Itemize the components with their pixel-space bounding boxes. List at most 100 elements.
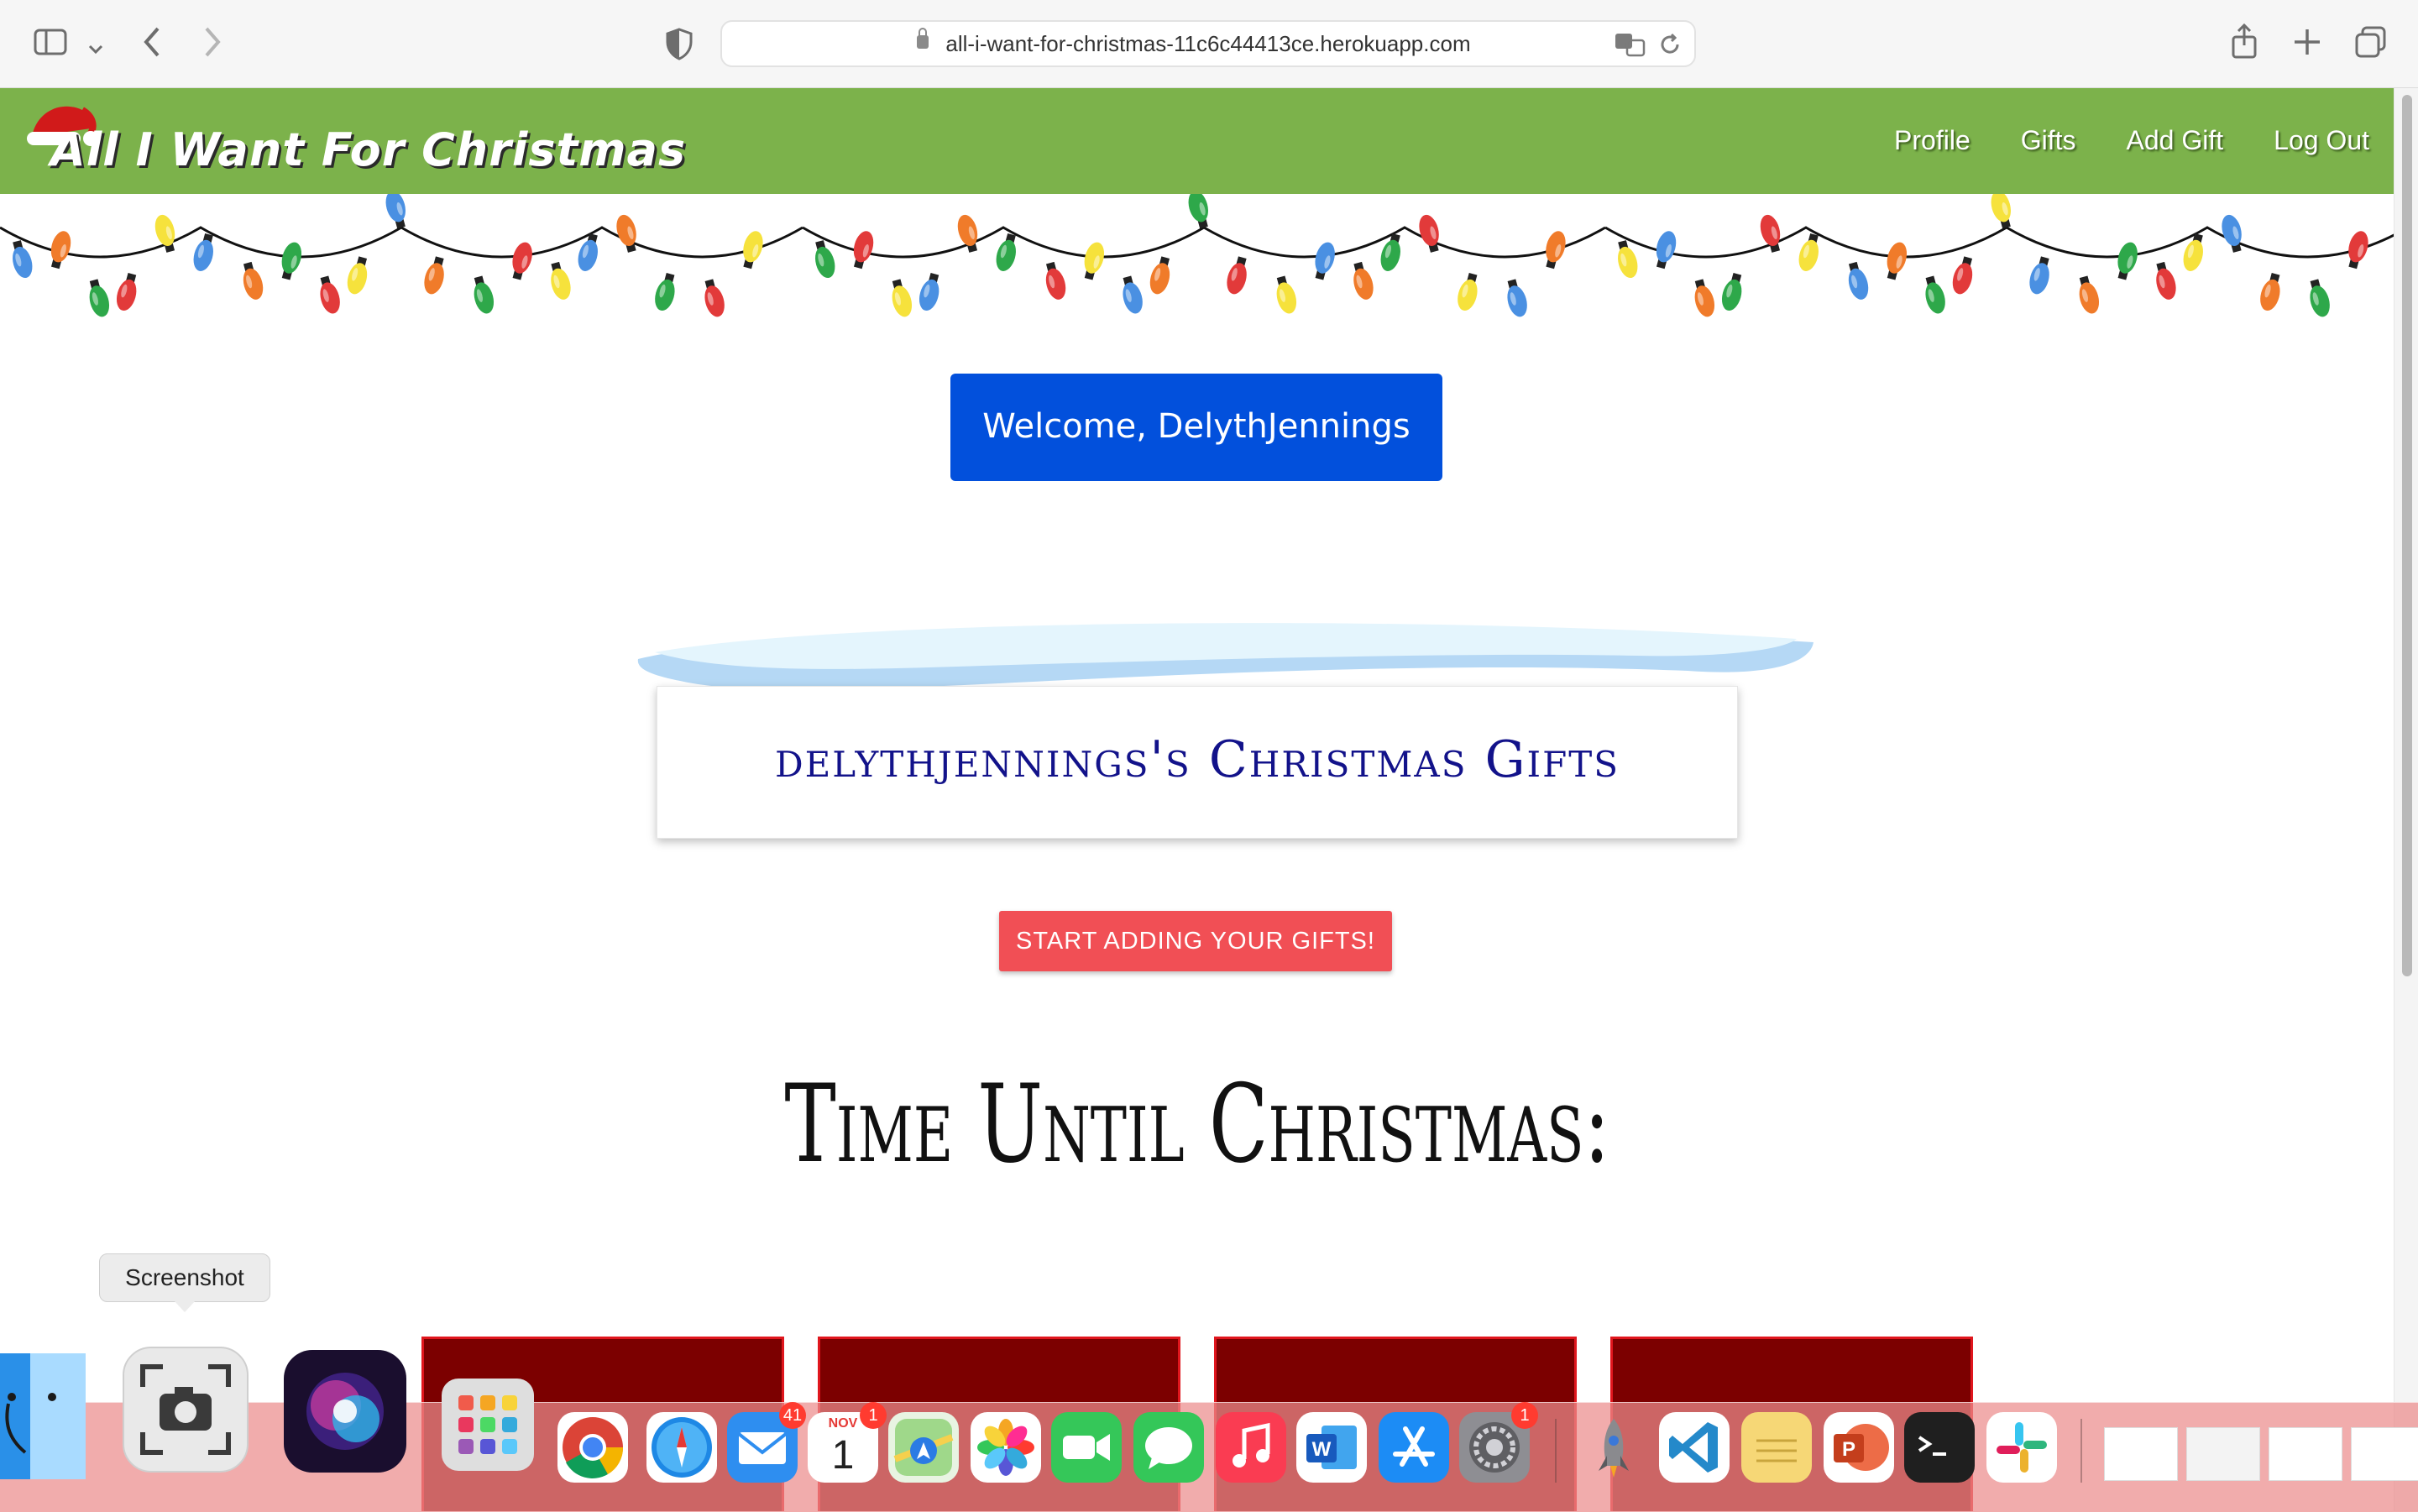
light-bulb <box>1276 275 1297 314</box>
browser-toolbar: all-i-want-for-christmas-11c6c44413ce.he… <box>0 0 2418 88</box>
light-bulb <box>1721 273 1742 311</box>
page-scrollbar[interactable] <box>2394 88 2418 1511</box>
messages-icon[interactable] <box>1133 1412 1204 1483</box>
finder-icon[interactable] <box>0 1353 86 1479</box>
music-icon[interactable] <box>1216 1412 1286 1483</box>
light-bulb <box>2222 214 2242 253</box>
light-bulb <box>704 279 725 317</box>
facetime-icon[interactable] <box>1051 1412 1122 1483</box>
gifts-heading: delythjennings's Christmas Gifts <box>774 730 1620 789</box>
light-bulb <box>2029 256 2049 295</box>
start-adding-gifts-button[interactable]: START ADDING YOUR GIFTS! <box>999 911 1392 971</box>
light-bulb <box>1507 279 1527 317</box>
siri-icon[interactable] <box>284 1350 406 1473</box>
light-bulb <box>2348 231 2368 269</box>
light-bulb <box>892 279 913 317</box>
light-bulb <box>243 261 264 300</box>
light-bulb <box>2260 273 2280 311</box>
light-bulb <box>1045 261 1066 300</box>
light-bulb <box>1315 242 1335 280</box>
notes-icon[interactable] <box>1741 1412 1812 1483</box>
reload-icon[interactable] <box>1657 32 1683 61</box>
back-icon[interactable] <box>141 25 163 65</box>
rocket-app-icon[interactable] <box>1578 1412 1649 1483</box>
light-bulb <box>1887 242 1908 280</box>
light-bulb <box>89 279 110 317</box>
address-bar[interactable]: all-i-want-for-christmas-11c6c44413ce.he… <box>720 20 1696 67</box>
light-bulb <box>1952 256 1973 295</box>
mail-badge: 41 <box>779 1402 806 1429</box>
light-bulb <box>743 231 763 269</box>
countdown-heading: Time Until Christmas: <box>784 1062 1610 1187</box>
safari-icon[interactable] <box>646 1412 717 1483</box>
maps-icon[interactable] <box>888 1412 959 1483</box>
light-bulb <box>1848 261 1869 300</box>
photos-icon[interactable] <box>971 1412 1041 1483</box>
light-bulb <box>474 275 495 314</box>
dock-tooltip: Screenshot <box>99 1253 270 1312</box>
light-bulb <box>2156 261 2176 300</box>
word-icon[interactable]: W <box>1296 1412 1367 1483</box>
svg-text:P: P <box>1842 1438 1855 1461</box>
light-bulb <box>1123 275 1143 314</box>
system-settings-icon[interactable]: 1 <box>1459 1402 1538 1483</box>
light-bulb <box>655 273 675 311</box>
chevron-down-icon[interactable] <box>87 30 104 64</box>
slack-icon[interactable] <box>1986 1412 2057 1483</box>
light-bulb <box>1925 275 1945 314</box>
light-bulb <box>193 233 213 271</box>
launchpad-icon[interactable] <box>442 1379 534 1471</box>
light-bulb <box>13 240 33 279</box>
mail-icon[interactable]: 41 <box>727 1402 806 1483</box>
vscode-icon[interactable] <box>1659 1412 1730 1483</box>
christmas-lights-banner <box>0 194 2394 317</box>
translate-icon[interactable] <box>1614 32 1647 61</box>
light-bulb <box>512 242 532 280</box>
chrome-icon[interactable] <box>557 1412 628 1483</box>
recent-window-thumbnail[interactable] <box>2269 1427 2342 1481</box>
light-bulb <box>320 275 340 314</box>
recent-window-thumbnail[interactable] <box>2104 1427 2178 1481</box>
light-bulb <box>616 214 636 253</box>
light-bulb <box>385 194 406 229</box>
web-page: All I Want For Christmas Profile Gifts A… <box>0 88 2394 1511</box>
calendar-icon[interactable]: NOV 1 1 <box>808 1402 887 1483</box>
nav-add-gift-link[interactable]: Add Gift <box>2127 125 2224 156</box>
nav-log-out-link[interactable]: Log Out <box>2274 125 2369 156</box>
privacy-shield-icon[interactable] <box>665 27 693 66</box>
app-store-icon[interactable] <box>1379 1412 1449 1483</box>
light-bulb <box>347 256 368 295</box>
tab-overview-icon[interactable] <box>2354 25 2388 65</box>
settings-badge: 1 <box>1511 1402 1538 1429</box>
forward-icon[interactable] <box>202 25 223 65</box>
light-bulb <box>1618 240 1638 279</box>
light-bulb <box>1188 194 1208 229</box>
gifts-title-card: delythjennings's Christmas Gifts <box>657 686 1738 839</box>
nav-profile-link[interactable]: Profile <box>1894 125 1971 156</box>
new-tab-icon[interactable] <box>2292 27 2322 63</box>
url-text: all-i-want-for-christmas-11c6c44413ce.he… <box>945 31 1471 56</box>
site-navbar: All I Want For Christmas Profile Gifts A… <box>0 88 2394 194</box>
light-bulb <box>1084 242 1105 280</box>
light-bulb <box>424 256 444 295</box>
site-brand[interactable]: All I Want For Christmas <box>50 123 686 176</box>
dock-divider <box>2080 1419 2082 1483</box>
nav-gifts-link[interactable]: Gifts <box>2021 125 2076 156</box>
nav-links: Profile Gifts Add Gift Log Out <box>1894 125 2369 156</box>
light-bulb <box>919 273 939 311</box>
recent-window-thumbnail[interactable] <box>2351 1427 2418 1481</box>
light-bulb <box>1227 256 1247 295</box>
light-bulb <box>1419 214 1439 253</box>
powerpoint-icon[interactable]: P <box>1824 1412 1894 1483</box>
light-bulb <box>116 273 137 311</box>
screenshot-app-icon[interactable] <box>123 1347 249 1473</box>
svg-text:W: W <box>1312 1438 1332 1461</box>
calendar-badge: 1 <box>860 1402 887 1429</box>
recent-window-thumbnail[interactable] <box>2186 1427 2260 1481</box>
scrollbar-thumb[interactable] <box>2402 95 2412 976</box>
light-bulb <box>1353 261 1374 300</box>
share-icon[interactable] <box>2230 23 2258 66</box>
sidebar-icon[interactable] <box>34 27 67 63</box>
light-bulb <box>1798 233 1819 271</box>
terminal-icon[interactable] <box>1904 1412 1975 1483</box>
